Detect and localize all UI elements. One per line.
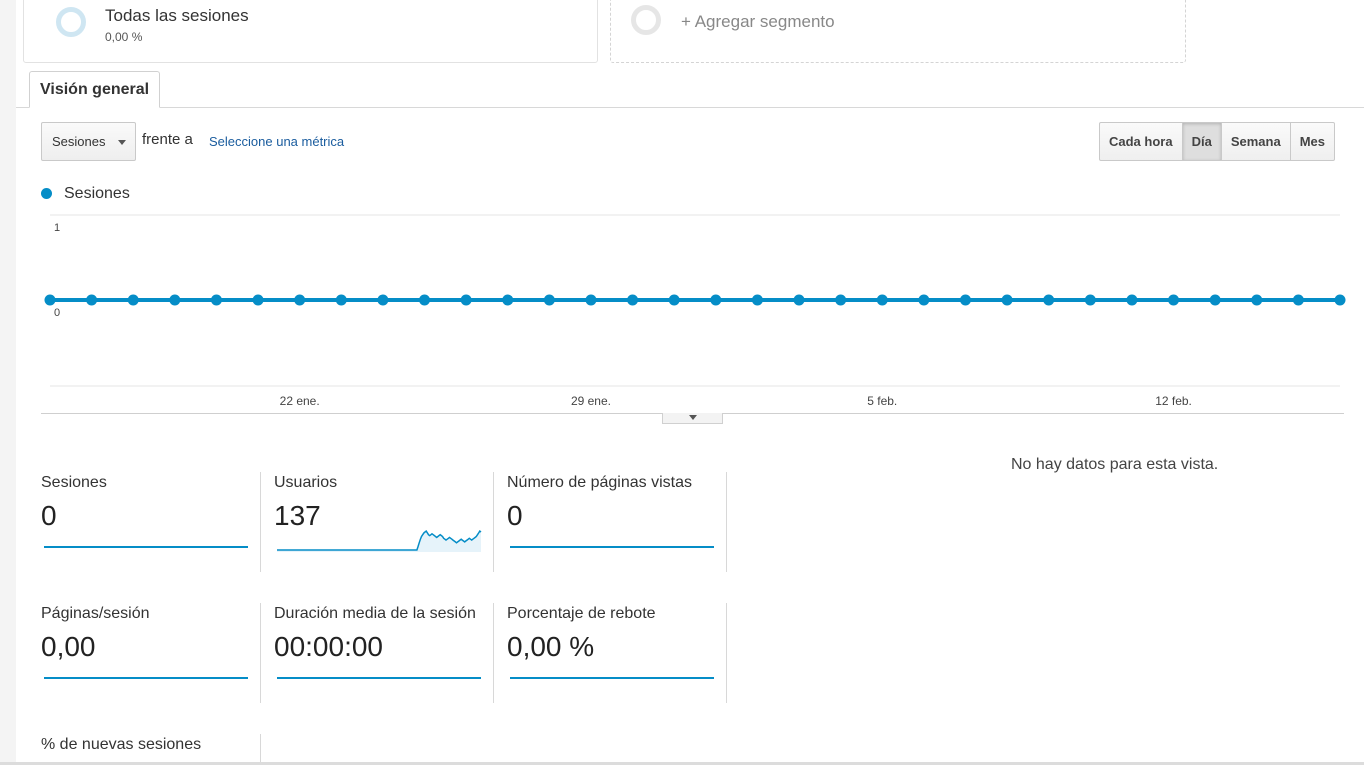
sparkline-area xyxy=(277,531,481,552)
data-point xyxy=(419,294,431,306)
metric-label: Sesiones xyxy=(41,474,107,491)
chevron-down-icon xyxy=(118,140,126,145)
tab-divider xyxy=(16,107,1364,108)
metric-sparkline xyxy=(277,677,481,679)
data-point xyxy=(835,294,847,306)
segment-percent: 0,00 % xyxy=(105,30,143,44)
day-button[interactable]: Día xyxy=(1181,122,1222,161)
tile-separator xyxy=(260,472,261,572)
legend-label: Sesiones xyxy=(64,185,130,202)
data-point xyxy=(502,294,514,306)
tab-overview[interactable]: Visión general xyxy=(29,71,161,108)
data-point xyxy=(918,294,930,306)
data-point xyxy=(585,294,597,306)
data-point xyxy=(710,294,722,306)
data-point xyxy=(1292,294,1304,306)
tile-separator xyxy=(726,472,727,572)
segment-title: Todas las sesiones xyxy=(105,6,249,25)
metric-label: % de nuevas sesiones xyxy=(41,736,202,753)
granularity-toggle: Cada hora Día Semana Mes xyxy=(1099,122,1335,161)
hourly-button[interactable]: Cada hora xyxy=(1099,122,1183,161)
data-point xyxy=(793,294,805,306)
data-point xyxy=(252,294,264,306)
metric-label: Usuarios xyxy=(274,474,338,491)
chart-collapse-toggle[interactable] xyxy=(662,413,723,424)
tile-separator xyxy=(493,603,494,703)
data-point xyxy=(627,294,639,306)
metric-tile-users[interactable]: Usuarios 137 xyxy=(274,474,506,574)
month-button[interactable]: Mes xyxy=(1289,122,1335,161)
tile-separator xyxy=(726,603,727,703)
data-point xyxy=(210,294,222,306)
x-tick-label: 5 feb. xyxy=(867,394,897,408)
data-point xyxy=(959,294,971,306)
data-point xyxy=(460,294,472,306)
metric-tile-pages-per-session[interactable]: Páginas/sesión 0,00 xyxy=(41,605,273,705)
y-tick-label: 0 xyxy=(54,307,60,319)
metric-sparkline xyxy=(44,677,248,679)
tile-separator xyxy=(260,734,261,762)
data-point xyxy=(1334,294,1346,306)
metric-label: Duración media de la sesión xyxy=(274,605,476,622)
metric-sparkline xyxy=(510,546,714,548)
data-point xyxy=(1209,294,1221,306)
data-point xyxy=(294,294,306,306)
data-point xyxy=(335,294,347,306)
data-point xyxy=(1251,294,1263,306)
data-point xyxy=(127,294,139,306)
add-segment-card[interactable]: + Agregar segmento xyxy=(610,0,1186,63)
data-point xyxy=(86,294,98,306)
metric-sparkline xyxy=(44,546,248,548)
x-tick-label: 29 ene. xyxy=(571,394,611,408)
metric-tile-sessions[interactable]: Sesiones 0 xyxy=(41,474,273,574)
metric-sparkline xyxy=(277,530,482,552)
add-segment-button[interactable]: + Agregar segmento xyxy=(681,12,835,32)
metric-tile-new-sessions[interactable]: % de nuevas sesiones xyxy=(41,736,273,762)
data-point xyxy=(1126,294,1138,306)
week-button[interactable]: Semana xyxy=(1220,122,1291,161)
select-metric-link[interactable]: Seleccione una métrica xyxy=(209,134,344,149)
data-point xyxy=(751,294,763,306)
metric-select[interactable]: Sesiones xyxy=(41,122,136,161)
metric-tile-avg-session-duration[interactable]: Duración media de la sesión 00:00:00 xyxy=(274,605,506,705)
add-segment-ring-icon xyxy=(631,5,661,35)
data-point xyxy=(1043,294,1055,306)
data-point xyxy=(1168,294,1180,306)
data-point xyxy=(44,294,56,306)
y-tick-label: 1 xyxy=(54,222,60,234)
data-point xyxy=(169,294,181,306)
data-point xyxy=(1084,294,1096,306)
tile-separator xyxy=(260,603,261,703)
no-data-message: No hay datos para esta vista. xyxy=(1011,456,1219,473)
data-point xyxy=(543,294,555,306)
chevron-down-icon xyxy=(689,415,697,420)
metric-label: Número de páginas vistas xyxy=(507,474,692,491)
x-tick-label: 12 feb. xyxy=(1155,394,1192,408)
segment-all-sessions[interactable]: Todas las sesiones 0,00 % xyxy=(23,0,598,63)
metric-label: Páginas/sesión xyxy=(41,605,150,622)
metric-label: Porcentaje de rebote xyxy=(507,605,656,622)
data-point xyxy=(668,294,680,306)
sessions-chart: 1 0 22 ene. 29 ene. 5 feb. 12 feb. xyxy=(44,214,1346,408)
versus-label: frente a xyxy=(142,131,193,148)
metric-tile-pageviews[interactable]: Número de páginas vistas 0 xyxy=(507,474,739,574)
legend-dot-icon xyxy=(41,188,52,199)
metric-select-value: Sesiones xyxy=(52,134,106,149)
tile-separator xyxy=(493,472,494,572)
data-point xyxy=(876,294,888,306)
data-point xyxy=(1001,294,1013,306)
segment-ring-icon xyxy=(56,7,86,37)
metric-tile-bounce-rate[interactable]: Porcentaje de rebote 0,00 % xyxy=(507,605,739,705)
metric-sparkline xyxy=(510,677,714,679)
data-point xyxy=(377,294,389,306)
x-tick-label: 22 ene. xyxy=(280,394,320,408)
